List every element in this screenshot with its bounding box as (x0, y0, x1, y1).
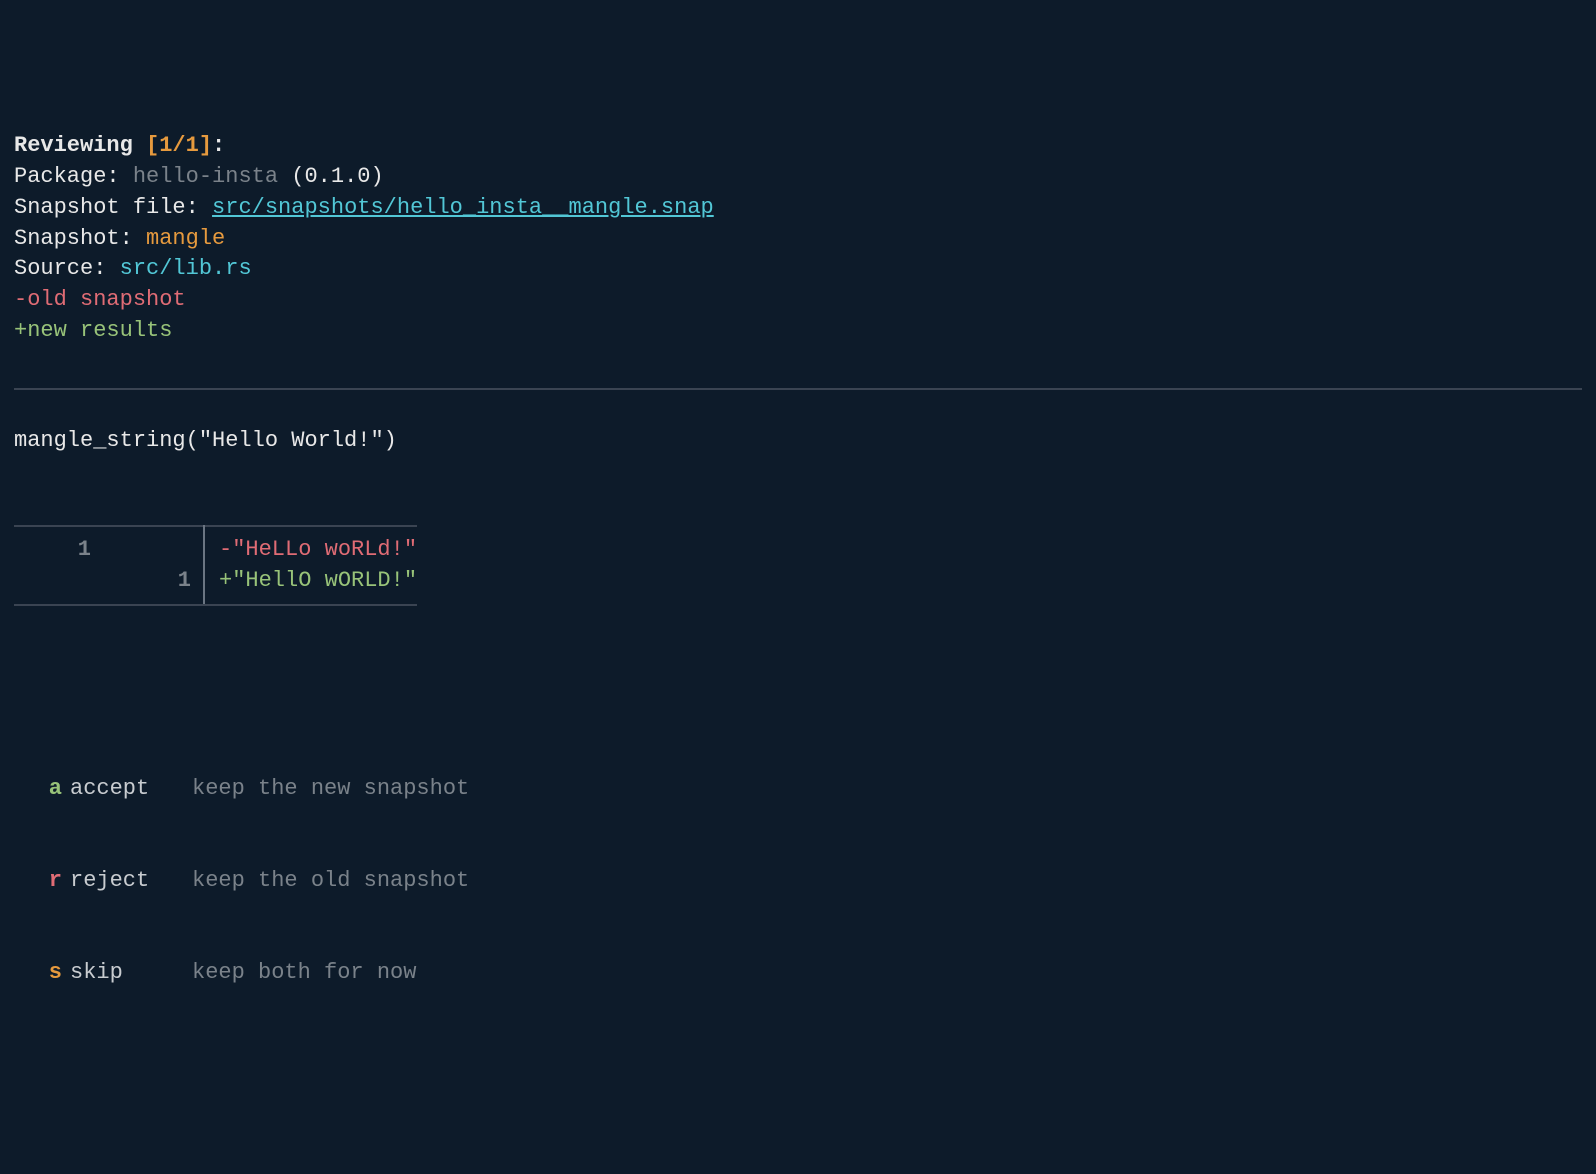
skip-desc: keep both for now (192, 958, 416, 989)
reject-desc: keep the old snapshot (192, 866, 469, 897)
diff-table: 1 -"HeLLo woRLd!" 1 +"HellO wORLD!" (14, 525, 417, 607)
review-header: Reviewing [1/1]: Package: hello-insta (0… (14, 131, 1582, 347)
skip-label: skip (62, 958, 192, 989)
accept-label: accept (62, 774, 192, 805)
expression-line: mangle_string("Hello World!") (14, 426, 1582, 457)
diff-new-content: +"HellO wORLD!" (204, 566, 417, 606)
reject-label: reject (62, 866, 192, 897)
new-results-marker: +new results (14, 318, 172, 343)
source-path: src/lib.rs (120, 256, 252, 281)
colon: : (212, 133, 225, 158)
diff-old-content: -"HeLLo woRLd!" (204, 526, 417, 566)
source-label: Source: (14, 256, 106, 281)
accept-desc: keep the new snapshot (192, 774, 469, 805)
divider (14, 388, 1582, 390)
option-skip[interactable]: s skip keep both for now (14, 958, 1582, 989)
snapshot-label: Snapshot: (14, 226, 133, 251)
options-list: a accept keep the new snapshot r reject … (14, 712, 1582, 1020)
diff-row-old: 1 -"HeLLo woRLd!" (14, 526, 417, 566)
option-accept[interactable]: a accept keep the new snapshot (14, 774, 1582, 805)
option-reject[interactable]: r reject keep the old snapshot (14, 866, 1582, 897)
reject-key: r (14, 866, 62, 897)
new-line-number-empty (109, 526, 204, 566)
package-label: Package: (14, 164, 120, 189)
package-version: (0.1.0) (291, 164, 383, 189)
skip-key: s (14, 958, 62, 989)
reviewing-label: Reviewing (14, 133, 133, 158)
review-counter: [1/1] (146, 133, 212, 158)
old-snapshot-marker: -old snapshot (14, 287, 186, 312)
old-line-number-empty (14, 566, 109, 606)
new-line-number: 1 (109, 566, 204, 606)
old-line-number: 1 (14, 526, 109, 566)
snapshot-file-path[interactable]: src/snapshots/hello_insta__mangle.snap (212, 195, 714, 220)
snapshot-name: mangle (146, 226, 225, 251)
snapshot-file-label: Snapshot file: (14, 195, 199, 220)
diff-row-new: 1 +"HellO wORLD!" (14, 566, 417, 606)
accept-key: a (14, 774, 62, 805)
package-name: hello-insta (133, 164, 278, 189)
